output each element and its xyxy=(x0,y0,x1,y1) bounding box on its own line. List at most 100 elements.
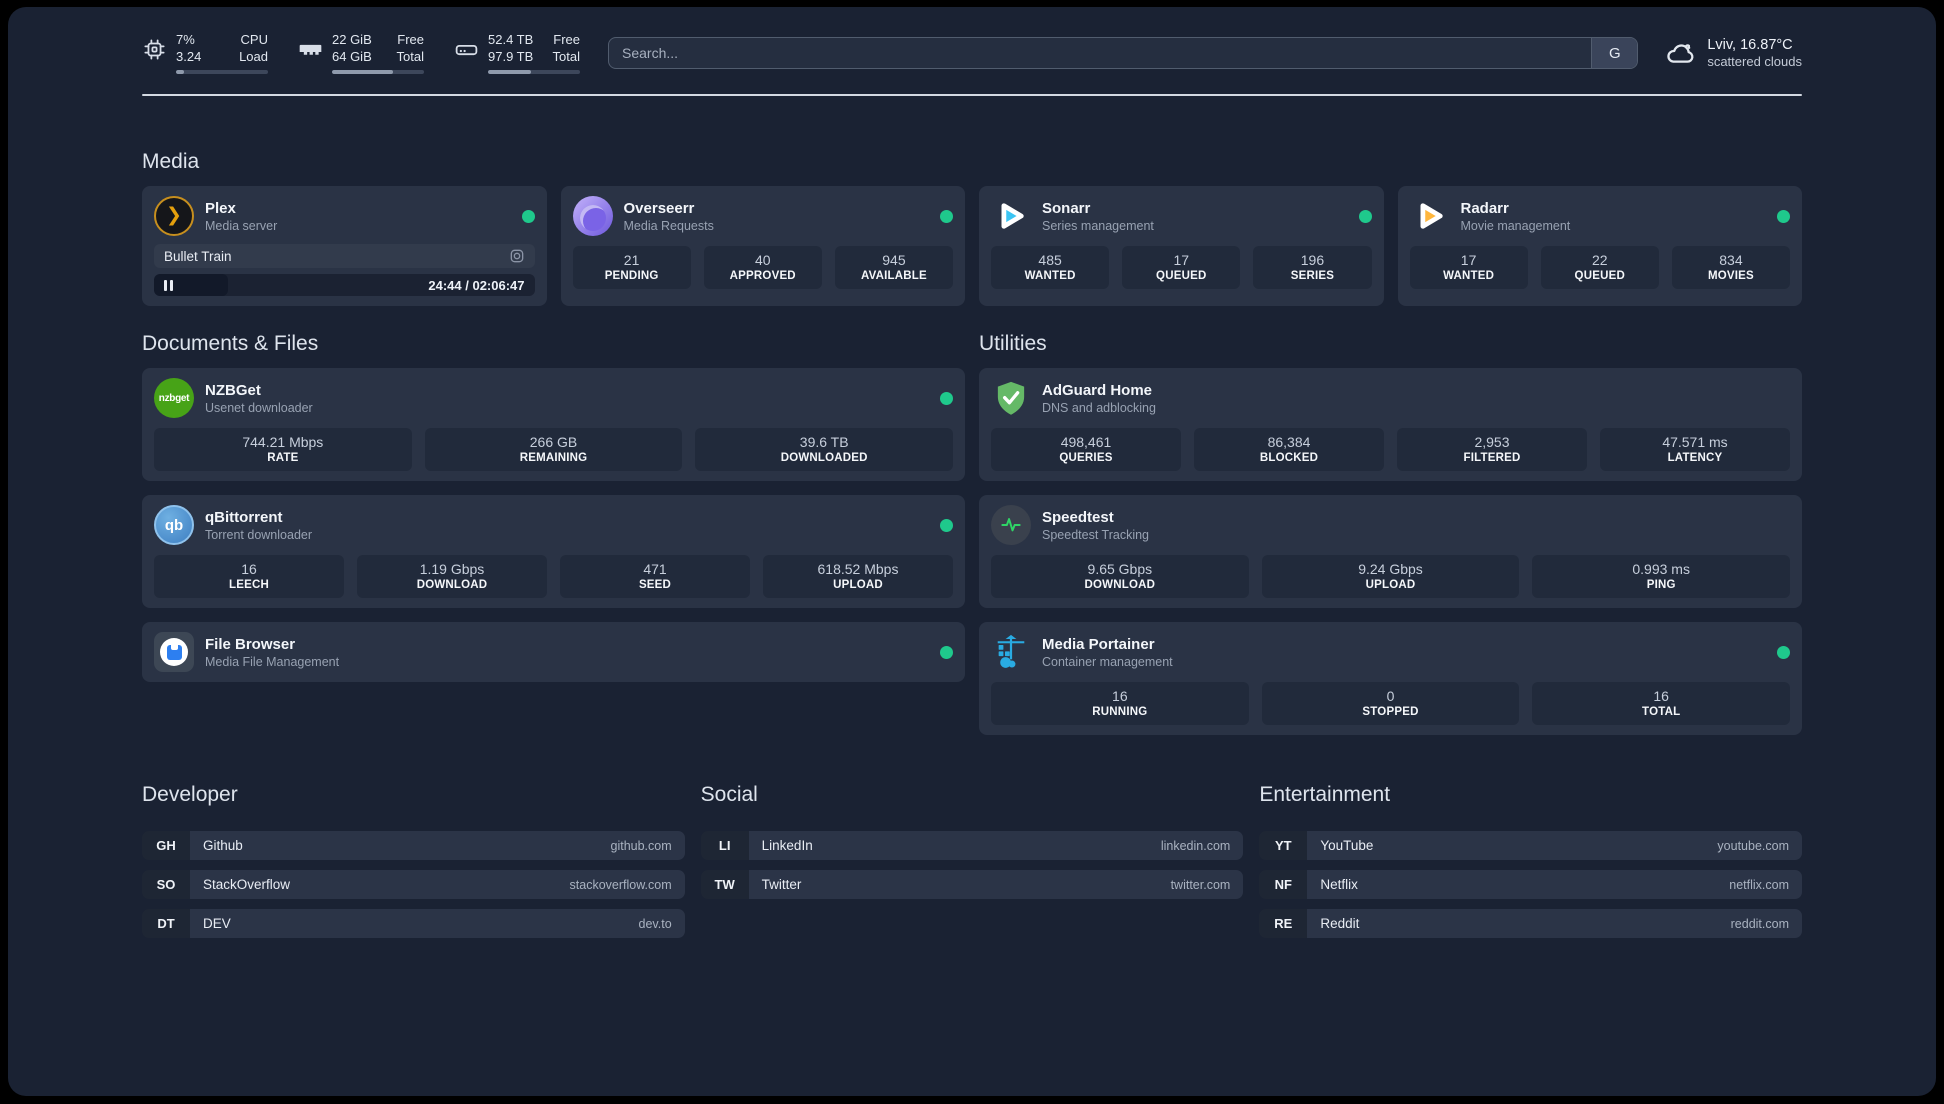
stat-cell: 16 TOTAL xyxy=(1532,682,1791,725)
stat-cell: 266 GB REMAINING xyxy=(424,428,683,471)
service-card-adguard[interactable]: AdGuard Home DNS and adblocking 498,461 … xyxy=(979,368,1802,481)
radarr-icon xyxy=(1410,196,1450,236)
bookmark-row[interactable]: TW Twitter twitter.com xyxy=(700,870,1244,899)
stat-cell: 16 LEECH xyxy=(154,555,344,598)
stat-value: 16 xyxy=(241,561,257,577)
dashboard-page: 7% 3.24 CPU Load 22 GiB 64 GiB Free Tota… xyxy=(8,7,1936,1096)
bookmark-url: reddit.com xyxy=(1730,909,1802,938)
stat-label: FILTERED xyxy=(1463,452,1521,464)
bookmark-abbr: GH xyxy=(142,831,190,860)
entertainment-section: Entertainment YT YouTube youtube.com NF … xyxy=(1259,783,1802,938)
cpu-usage-value: 7% xyxy=(176,32,195,48)
speedtest-icon xyxy=(991,505,1031,545)
bookmark-row[interactable]: LI LinkedIn linkedin.com xyxy=(700,831,1244,860)
stat-value: 834 xyxy=(1719,252,1743,268)
stat-label: REMAINING xyxy=(519,452,588,464)
service-card-speedtest[interactable]: Speedtest Speedtest Tracking 9.65 Gbps D… xyxy=(979,495,1802,608)
service-description: Container management xyxy=(1042,654,1173,669)
stat-label: DOWNLOADED xyxy=(780,452,868,464)
service-card-portainer[interactable]: Media Portainer Container management 16 … xyxy=(979,622,1802,735)
stat-label: RUNNING xyxy=(1092,706,1148,718)
playback-time: 24:44 / 02:06:47 xyxy=(428,277,525,293)
service-name: Plex xyxy=(205,199,236,217)
stat-value: 17 xyxy=(1460,252,1477,268)
service-description: Series management xyxy=(1042,218,1154,233)
memory-total-label: Total xyxy=(396,49,424,64)
service-name: Radarr xyxy=(1460,199,1509,217)
stat-cell: 744.21 Mbps RATE xyxy=(154,428,412,471)
bookmark-row[interactable]: SO StackOverflow stackoverflow.com xyxy=(142,870,685,899)
stat-cell: 39.6 TB DOWNLOADED xyxy=(695,428,954,471)
service-card-plex[interactable]: ❯ Plex Media server Bullet Train 24:44 /… xyxy=(142,186,547,306)
service-card-filebrowser[interactable]: File Browser Media File Management xyxy=(142,622,965,682)
service-card-overseerr[interactable]: Overseerr Media Requests 21 PENDING 40 A… xyxy=(560,186,965,306)
bookmark-name: StackOverflow xyxy=(190,870,570,899)
stat-label: DOWNLOAD xyxy=(1084,579,1156,591)
service-stats: 485 WANTED 17 QUEUED 196 SERIES xyxy=(991,246,1372,289)
memory-total-value: 64 GiB xyxy=(332,49,372,64)
stat-cell: 485 WANTED xyxy=(991,246,1110,289)
cpu-progress-bar xyxy=(176,69,268,74)
utilities-section: Utilities AdGuard Home DNS and adblockin… xyxy=(979,332,1802,735)
service-card-nzbget[interactable]: nzbget NZBGet Usenet downloader 744.21 M… xyxy=(142,368,965,481)
stat-value: 21 xyxy=(623,252,640,268)
stat-label: WANTED xyxy=(1443,270,1495,282)
bookmark-url: dev.to xyxy=(638,909,685,938)
bookmark-abbr: TW xyxy=(700,870,749,899)
developer-section: Developer GH Github github.com SO StackO… xyxy=(142,783,685,938)
status-dot xyxy=(1777,645,1790,659)
stat-cell: 17 QUEUED xyxy=(1122,246,1241,289)
service-card-sonarr[interactable]: Sonarr Series management 485 WANTED 17 Q… xyxy=(979,186,1384,306)
stat-value: 16 xyxy=(1653,688,1669,704)
bookmark-row[interactable]: DT DEV dev.to xyxy=(142,909,685,938)
disk-free-value: 52.4 TB xyxy=(488,32,534,48)
stat-label: QUEUED xyxy=(1574,270,1625,282)
stat-value: 0 xyxy=(1386,688,1395,704)
service-description: Speedtest Tracking xyxy=(1042,527,1150,542)
stat-value: 40 xyxy=(754,252,771,268)
bookmark-row[interactable]: YT YouTube youtube.com xyxy=(1259,831,1802,860)
disk-progress-bar xyxy=(488,69,580,74)
service-card-qbittorrent[interactable]: qb qBittorrent Torrent downloader 16 LEE… xyxy=(142,495,965,608)
header-divider xyxy=(142,94,1802,96)
bookmark-row[interactable]: GH Github github.com xyxy=(142,831,685,860)
stat-label: RATE xyxy=(267,452,299,464)
status-dot xyxy=(1777,209,1790,223)
bookmark-list-social: LI LinkedIn linkedin.com TW Twitter twit… xyxy=(700,831,1244,899)
settings-icon xyxy=(509,248,525,264)
stat-cell: 17 WANTED xyxy=(1409,246,1528,289)
bookmark-abbr: YT xyxy=(1259,831,1308,860)
search-input[interactable] xyxy=(609,38,1592,68)
disk-stat: 52.4 TB 97.9 TB Free Total xyxy=(454,32,580,74)
bookmark-name: Reddit xyxy=(1307,909,1731,938)
stat-label: DOWNLOAD xyxy=(416,579,488,591)
stat-value: 485 xyxy=(1038,252,1062,268)
service-name: Media Portainer xyxy=(1042,635,1155,653)
playback-progress-bar: 24:44 / 02:06:47 xyxy=(154,274,535,296)
service-stats: 9.65 Gbps DOWNLOAD 9.24 Gbps UPLOAD 0.99… xyxy=(991,555,1791,598)
stat-value: 9.65 Gbps xyxy=(1087,561,1153,577)
stat-label: APPROVED xyxy=(729,270,796,282)
service-description: Usenet downloader xyxy=(205,400,313,415)
service-description: Media server xyxy=(205,218,278,233)
bookmark-row[interactable]: RE Reddit reddit.com xyxy=(1259,909,1802,938)
status-dot xyxy=(940,209,953,223)
documents-section: Documents & Files nzbget NZBGet Usenet d… xyxy=(142,332,965,682)
qbittorrent-icon: qb xyxy=(154,505,194,545)
stat-label: SERIES xyxy=(1290,270,1335,282)
stat-value: 16 xyxy=(1112,688,1128,704)
disk-free-label: Free xyxy=(553,32,580,48)
stat-label: QUERIES xyxy=(1059,452,1113,464)
section-title-media: Media xyxy=(142,150,200,173)
stat-cell: 86,384 BLOCKED xyxy=(1194,428,1384,471)
section-title-entertainment: Entertainment xyxy=(1259,783,1391,806)
bookmark-name: Twitter xyxy=(748,870,1171,899)
stat-label: LATENCY xyxy=(1667,452,1723,464)
stat-value: 47.571 ms xyxy=(1662,434,1728,450)
stat-value: 86,384 xyxy=(1267,434,1311,450)
search-provider-button[interactable]: G xyxy=(1591,38,1638,68)
service-card-radarr[interactable]: Radarr Movie management 17 WANTED 22 QUE… xyxy=(1397,186,1802,306)
bookmark-row[interactable]: NF Netflix netflix.com xyxy=(1259,870,1802,899)
memory-progress-bar xyxy=(332,69,424,74)
stat-value: 9.24 Gbps xyxy=(1358,561,1423,577)
